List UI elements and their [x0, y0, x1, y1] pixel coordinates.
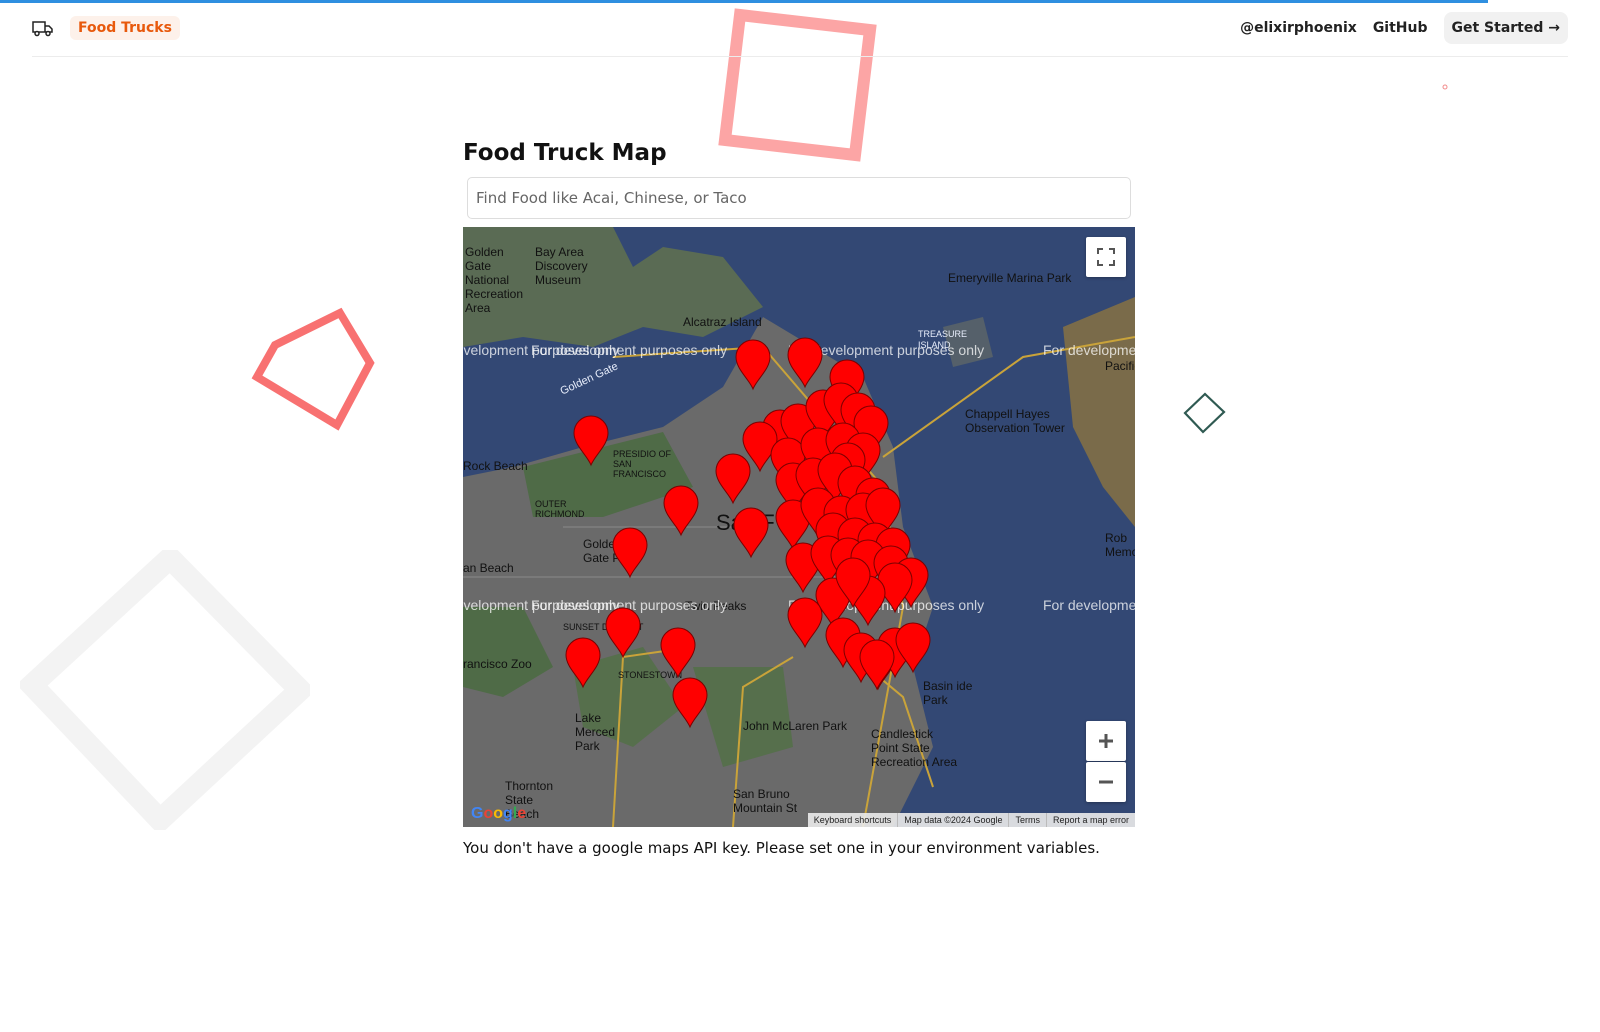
- food-truck-marker[interactable]: [605, 607, 641, 659]
- food-truck-marker[interactable]: [663, 485, 699, 537]
- food-truck-marker[interactable]: [859, 639, 895, 691]
- keyboard-shortcuts-link[interactable]: Keyboard shortcuts: [808, 813, 898, 827]
- plus-icon: [1099, 734, 1113, 748]
- food-truck-marker[interactable]: [573, 415, 609, 467]
- food-truck-marker[interactable]: [715, 453, 751, 505]
- food-truck-marker[interactable]: [660, 627, 696, 679]
- terms-link[interactable]: Terms: [1008, 813, 1046, 827]
- twitter-handle-link[interactable]: @elixirphoenix: [1240, 20, 1357, 36]
- api-key-warning: You don't have a google maps API key. Pl…: [463, 839, 1100, 857]
- food-truck-map[interactable]: Golden Gate National Recreation Area Bay…: [463, 227, 1135, 827]
- github-link[interactable]: GitHub: [1373, 20, 1428, 36]
- google-logo: Google: [471, 805, 527, 822]
- get-started-button[interactable]: Get Started →: [1443, 12, 1568, 44]
- brand-label[interactable]: Food Trucks: [70, 16, 180, 40]
- food-truck-marker[interactable]: [672, 677, 708, 729]
- decorative-dot: [1442, 84, 1448, 90]
- header-links: @elixirphoenix GitHub Get Started →: [1240, 12, 1568, 44]
- map-data-label: Map data ©2024 Google: [897, 813, 1008, 827]
- food-truck-marker[interactable]: [735, 339, 771, 391]
- zoom-in-button[interactable]: [1086, 721, 1126, 761]
- minus-icon: [1099, 780, 1113, 784]
- food-truck-marker[interactable]: [733, 507, 769, 559]
- zoom-out-button[interactable]: [1086, 762, 1126, 802]
- food-truck-marker[interactable]: [565, 637, 601, 689]
- main-content: Food Truck Map Golden Gate National Recr…: [463, 136, 1135, 857]
- fullscreen-button[interactable]: [1086, 237, 1126, 277]
- decorative-diamond-green: [1183, 392, 1226, 434]
- food-truck-marker[interactable]: [787, 337, 823, 389]
- food-search-input[interactable]: [467, 177, 1131, 219]
- food-truck-markers: [565, 337, 931, 729]
- food-truck-marker[interactable]: [787, 597, 823, 649]
- decorative-pentagon-red: [251, 307, 375, 431]
- truck-icon[interactable]: [32, 16, 56, 40]
- decorative-diamond-gray: [20, 550, 310, 830]
- map-attribution: Keyboard shortcuts Map data ©2024 Google…: [807, 813, 1135, 827]
- fullscreen-icon: [1097, 248, 1115, 266]
- page-title: Food Truck Map: [463, 140, 667, 166]
- report-map-error-link[interactable]: Report a map error: [1045, 813, 1135, 827]
- top-navigation-bar: Food Trucks @elixirphoenix GitHub Get St…: [32, 0, 1568, 57]
- food-truck-marker[interactable]: [612, 527, 648, 579]
